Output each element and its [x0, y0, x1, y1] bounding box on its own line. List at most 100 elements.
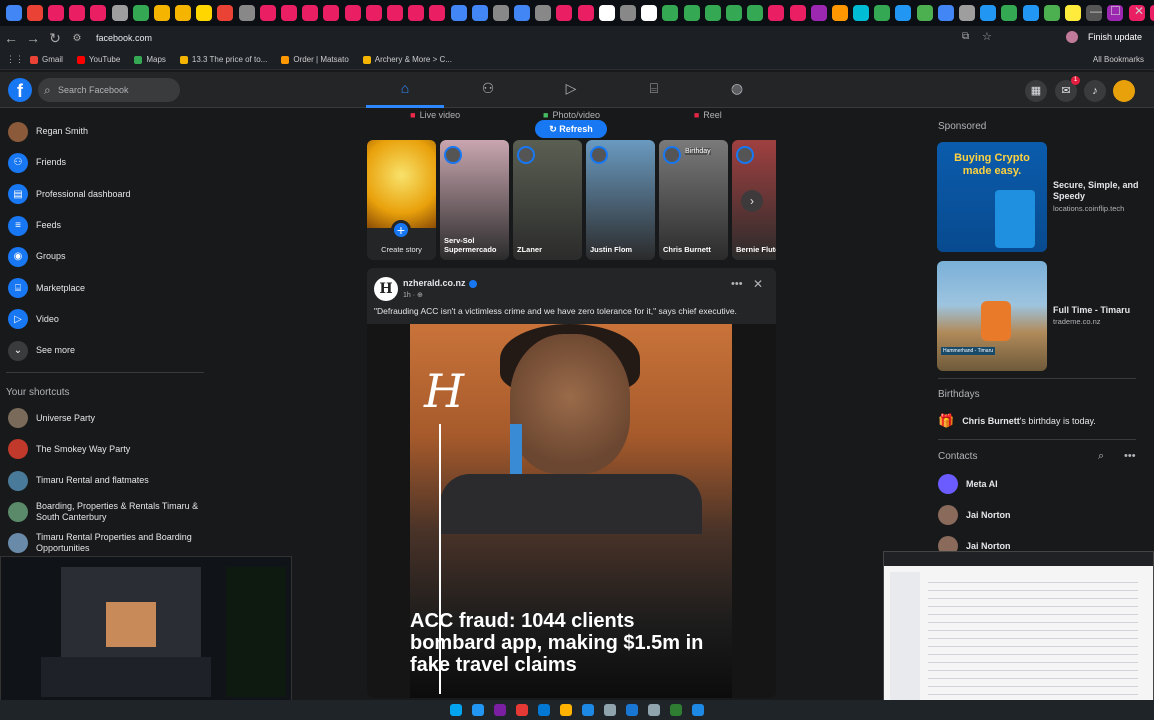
browser-tab-favicon[interactable] — [196, 5, 213, 21]
taskbar-app-icon[interactable] — [516, 704, 528, 716]
sidebar-item-friends[interactable]: ⚇ Friends — [0, 147, 210, 178]
taskbar-app-icon[interactable] — [604, 704, 616, 716]
reload-icon[interactable]: ↻ — [44, 30, 66, 47]
browser-tab-favicon[interactable] — [980, 5, 997, 21]
taskbar-app-icon[interactable] — [626, 704, 638, 716]
notifications-bell-icon[interactable]: ♪ — [1084, 80, 1106, 102]
sidebar-item-groups[interactable]: ◉ Groups — [0, 241, 210, 272]
install-icon[interactable]: ⧉ — [962, 31, 969, 42]
search-input[interactable]: Search Facebook — [38, 78, 180, 102]
browser-tab-favicon[interactable] — [831, 5, 848, 21]
shortcut-item[interactable]: Boarding, Properties & Rentals Timaru & … — [0, 496, 210, 527]
sidebar-item-marketplace[interactable]: ⌸ Marketplace — [0, 272, 210, 303]
contacts-more-icon[interactable]: ••• — [1124, 450, 1136, 462]
browser-tab-favicon[interactable] — [259, 5, 276, 21]
nzherald-avatar[interactable]: H — [374, 277, 398, 301]
browser-tab-favicon[interactable] — [408, 5, 425, 21]
browser-tab-favicon[interactable] — [1149, 5, 1154, 21]
stories-next-chevron-icon[interactable]: › — [741, 190, 763, 212]
ad-image-crypto[interactable]: Buying Crypto made easy. — [937, 142, 1047, 252]
screen-share-thumbnail-left[interactable] — [0, 556, 292, 706]
browser-tab-favicon[interactable] — [725, 5, 742, 21]
bookmark-item[interactable]: 13.3 The price of to... — [179, 55, 267, 64]
bookmark-item[interactable]: Gmail — [30, 55, 63, 64]
browser-tab-favicon[interactable] — [492, 5, 509, 21]
story-card[interactable]: Birthday Chris Burnett — [659, 140, 728, 260]
browser-tab-favicon[interactable] — [26, 5, 43, 21]
more-options-icon[interactable]: ••• — [731, 278, 743, 290]
taskbar-app-icon[interactable] — [670, 704, 682, 716]
account-avatar[interactable] — [1113, 80, 1135, 102]
browser-tab-favicon[interactable] — [916, 5, 933, 21]
taskbar-app-icon[interactable] — [450, 704, 462, 716]
browser-tab-favicon[interactable] — [323, 5, 340, 21]
finish-update-button[interactable]: Finish update — [1088, 32, 1142, 42]
browser-tab-favicon[interactable] — [620, 5, 637, 21]
browser-tab-favicon[interactable] — [535, 5, 552, 21]
shortcut-item[interactable]: The Smokey Way Party — [0, 434, 210, 465]
sidebar-item-feeds[interactable]: ≡ Feeds — [0, 210, 210, 241]
browser-tab-favicon[interactable] — [132, 5, 149, 21]
browser-tab-favicon[interactable] — [598, 5, 615, 21]
browser-tab-favicon[interactable] — [895, 5, 912, 21]
post-author[interactable]: nzherald.co.nz — [403, 278, 477, 288]
minimize-icon[interactable]: — — [1090, 4, 1102, 18]
bookmark-star-icon[interactable]: ☆ — [982, 30, 992, 43]
profile-avatar[interactable] — [1066, 31, 1078, 43]
browser-tab-favicon[interactable] — [175, 5, 192, 21]
browser-tab-favicon[interactable] — [810, 5, 827, 21]
video-nav-icon[interactable]: ▷ — [561, 80, 581, 100]
browser-tab-favicon[interactable] — [874, 5, 891, 21]
shortcut-item[interactable]: Universe Party — [0, 402, 210, 433]
close-window-icon[interactable]: ✕ — [1134, 4, 1144, 18]
post-image[interactable]: H ACC fraud: 1044 clients bombard app, m… — [367, 324, 776, 698]
story-card[interactable]: Justin Flom — [586, 140, 655, 260]
site-info-icon[interactable]: ⚙ — [66, 33, 88, 44]
bookmark-item[interactable]: Archery & More > C... — [362, 55, 452, 64]
browser-tab-favicon[interactable] — [556, 5, 573, 21]
contact-item[interactable]: Meta AI — [938, 474, 998, 494]
browser-tab-favicon[interactable] — [1022, 5, 1039, 21]
browser-tab-favicon[interactable] — [747, 5, 764, 21]
browser-tab-favicon[interactable] — [47, 5, 64, 21]
browser-tab-favicon[interactable] — [1064, 5, 1081, 21]
browser-tab-favicon[interactable] — [69, 5, 86, 21]
sidebar-item-regan-smith[interactable]: Regan Smith — [0, 116, 210, 147]
browser-tab-favicon[interactable] — [641, 5, 658, 21]
browser-tab-favicon[interactable] — [1043, 5, 1060, 21]
browser-tab-favicon[interactable] — [281, 5, 298, 21]
sidebar-item-video[interactable]: ▷ Video — [0, 304, 210, 335]
forward-icon[interactable]: → — [22, 30, 44, 46]
marketplace-nav-icon[interactable]: ⌸ — [644, 80, 664, 100]
browser-tab-favicon[interactable] — [514, 5, 531, 21]
browser-tab-favicon[interactable] — [90, 5, 107, 21]
story-card[interactable]: Serv-Sol Supermercado — [440, 140, 509, 260]
live-video-button[interactable]: ■ Live video — [367, 104, 503, 126]
browser-tab-favicon[interactable] — [704, 5, 721, 21]
home-icon[interactable]: ⌂ — [395, 80, 415, 100]
browser-tab-favicon[interactable] — [344, 5, 361, 21]
menu-grid-icon[interactable]: ▦ — [1025, 80, 1047, 102]
ad-image-trademe[interactable]: Hammerhand - Timaru — [937, 261, 1047, 371]
close-post-icon[interactable]: ✕ — [753, 277, 763, 291]
search-contacts-icon[interactable]: ⌕ — [1098, 450, 1104, 463]
browser-tab-favicon[interactable] — [111, 5, 128, 21]
all-bookmarks-link[interactable]: All Bookmarks — [1093, 55, 1144, 64]
taskbar-app-icon[interactable] — [648, 704, 660, 716]
screen-share-thumbnail-right[interactable] — [883, 551, 1154, 713]
refresh-button[interactable]: ↻ Refresh — [535, 120, 607, 138]
back-icon[interactable]: ← — [0, 30, 22, 46]
browser-tab-favicon[interactable] — [959, 5, 976, 21]
bookmark-item[interactable]: Maps — [134, 55, 166, 64]
facebook-logo-icon[interactable]: f — [8, 78, 32, 102]
browser-tab-favicon[interactable] — [365, 5, 382, 21]
browser-tab-favicon[interactable] — [853, 5, 870, 21]
taskbar-app-icon[interactable] — [472, 704, 484, 716]
friends-nav-icon[interactable]: ⚇ — [478, 80, 498, 100]
browser-tab-favicon[interactable] — [768, 5, 785, 21]
birthday-item[interactable]: 🎁 Chris Burnett's birthday is today. — [938, 413, 1096, 429]
ad-title-trademe[interactable]: Full Time - Timaru — [1053, 305, 1130, 315]
taskbar-app-icon[interactable] — [692, 704, 704, 716]
taskbar-app-icon[interactable] — [494, 704, 506, 716]
story-card[interactable]: ZLaner — [513, 140, 582, 260]
